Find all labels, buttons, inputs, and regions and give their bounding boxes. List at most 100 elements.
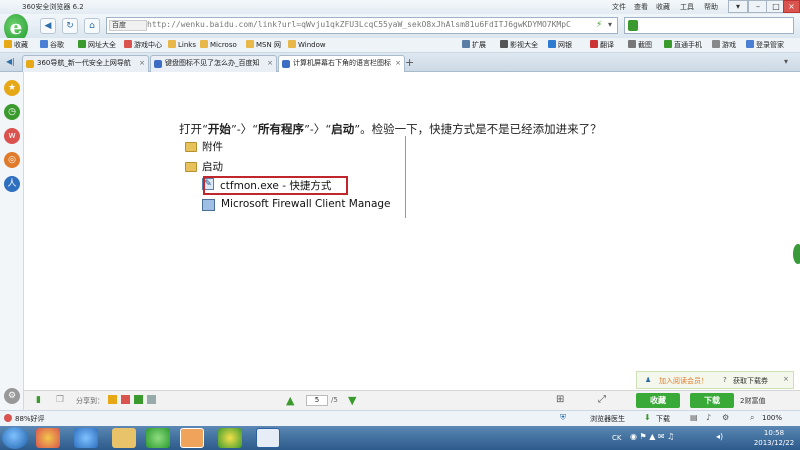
word-icon[interactable] [256,428,280,448]
download-manager-link[interactable]: 下载 [656,414,670,424]
close-tab-icon[interactable]: × [267,56,273,71]
person-icon[interactable]: 人 [4,176,20,192]
next-page-button[interactable]: ▼ [348,394,356,407]
wechat-icon[interactable] [134,395,143,404]
volume-icon[interactable]: ◂) [716,432,723,441]
download-icon[interactable]: ⬇ [644,413,651,422]
close-icon[interactable]: × [783,375,789,383]
menu-row-startup: 启动 [202,161,223,173]
instruction-text: 打开“开始”-〉“所有程序”-〉“启动”。检验一下，快捷方式是不是已经添加进来了… [179,122,602,136]
360-browser-icon[interactable] [146,428,170,448]
favorite-microsoft[interactable]: Microso [200,40,237,49]
window-title: 360安全浏览器 6.2 [22,3,84,11]
menu-help[interactable]: 帮助 [704,2,718,12]
clock[interactable]: 10:58 2013/12/22 [750,428,798,448]
favorite-windows[interactable]: Window [288,40,326,49]
favorites-menu-button[interactable]: 收藏 [4,40,28,50]
mute-icon[interactable]: ♪ [706,413,711,422]
video-button[interactable]: 影视大全 [500,40,538,50]
favorite-google[interactable]: 谷歌 [40,40,64,50]
page-number-input[interactable]: 5 [306,395,328,406]
weibo-icon[interactable]: w [4,128,20,144]
close-tab-icon[interactable]: × [395,56,401,71]
rating-text: 88%好评 [15,415,45,423]
weibo-share-icon[interactable] [121,395,130,404]
copy-icon[interactable]: ❐ [56,395,64,405]
get-coupon-text[interactable]: 获取下载券 [733,376,768,386]
app-icon[interactable] [36,428,60,448]
help-icon[interactable]: ? [723,376,727,384]
zoom-level[interactable]: 100% [762,414,782,422]
star-icon [4,40,12,48]
more-share-icon[interactable] [147,395,156,404]
home-button[interactable]: ⌂ [84,18,100,34]
gear-icon[interactable]: ⚙ [4,388,20,404]
history-clock-icon[interactable]: ◷ [4,104,20,120]
back-button[interactable]: ◀ [40,18,56,34]
close-tab-icon[interactable]: × [139,56,145,71]
translate-button[interactable]: 翻译 [590,40,614,50]
qzone-icon[interactable] [108,395,117,404]
folder-icon [288,40,296,48]
app-running-icon[interactable] [180,428,204,448]
join-member-link[interactable]: 加入阅读会员！ [659,376,708,386]
google-icon [40,40,48,48]
start-button[interactable] [2,427,28,449]
close-button[interactable]: × [783,0,800,13]
stats-icon[interactable]: ▤ [690,413,698,422]
menu-row-accessories: 附件 [202,141,223,153]
login-manager-button[interactable]: 登录管家 [746,40,784,50]
sidebar-toggle-icon[interactable]: ◀| [6,57,15,66]
new-tab-button[interactable]: + [405,56,414,69]
tab-list-icon[interactable]: ▾ [784,57,788,66]
address-bar[interactable]: 百度 http://wenku.baidu.com/link?url=qWvju… [106,17,618,34]
screenshot-button[interactable]: 截图 [628,40,652,50]
zoom-icon[interactable]: ⊞ [556,394,564,405]
refresh-button[interactable]: ↻ [62,18,78,34]
zoom-icon[interactable]: ⌕ [750,413,754,423]
download-button[interactable]: 下载 [690,393,734,408]
url-text[interactable]: http://wenku.baidu.com/link?url=qWvju1qk… [147,20,571,29]
target-icon[interactable]: ◎ [4,152,20,168]
favorite-game-center[interactable]: 游戏中心 [124,40,162,50]
search-engine-badge[interactable]: 百度 [109,20,147,31]
previous-page-button[interactable]: ▲ [286,394,294,407]
skin-icon[interactable]: ▾ [728,0,748,13]
tray-icons[interactable]: ◉ ⚑ ▲ ✉ ♫ [630,432,674,441]
speed-icon[interactable]: ⚡ [596,20,602,30]
folder-icon [246,40,254,48]
explorer-folder-icon[interactable] [112,428,136,448]
games-button[interactable]: 游戏 [712,40,736,50]
minimize-button[interactable]: – [748,0,768,13]
phone-button[interactable]: 直通手机 [664,40,702,50]
chevron-down-icon[interactable]: ▾ [608,20,612,29]
browser-doctor-link[interactable]: 浏览器医生 [590,414,625,424]
fullscreen-icon[interactable]: ⤢ [598,394,606,405]
menu-file[interactable]: 文件 [612,2,626,12]
clock-time: 10:58 [763,429,785,437]
bookmark-icon[interactable]: ▮ [36,395,41,405]
tab-baidu-zhidao[interactable]: 键盘图标不见了怎么办_百度知 × [150,55,277,72]
settings-icon[interactable]: ⚙ [722,413,729,422]
search-input[interactable] [624,17,794,34]
ebank-button[interactable]: 网银 [548,40,572,50]
menu-view[interactable]: 查看 [634,2,648,12]
360-security-icon[interactable] [218,428,242,448]
ie-icon[interactable] [74,428,98,448]
collect-button[interactable]: 收藏 [636,393,680,408]
security-shield-icon[interactable]: ⛨ [560,413,566,423]
extensions-button[interactable]: 扩展 [462,40,486,50]
tab-360-nav[interactable]: 360导航_新一代安全上网导航 × [22,55,149,72]
folder-icon [185,162,197,172]
menu-favorites[interactable]: 收藏 [656,2,670,12]
favorites-star-icon[interactable]: ★ [4,80,20,96]
tab-language-bar[interactable]: 计算机屏幕右下角的语言栏图标 × [278,55,405,72]
ime-indicator[interactable]: CK [612,434,621,442]
scroll-helper-icon[interactable] [793,244,800,264]
favorite-msn[interactable]: MSN 网 [246,40,281,50]
favorite-links[interactable]: Links [168,40,196,49]
favorite-site-directory[interactable]: 网址大全 [78,40,116,50]
highlight-box [203,176,348,195]
search-engine-icon[interactable] [628,20,638,31]
menu-tools[interactable]: 工具 [680,2,694,12]
